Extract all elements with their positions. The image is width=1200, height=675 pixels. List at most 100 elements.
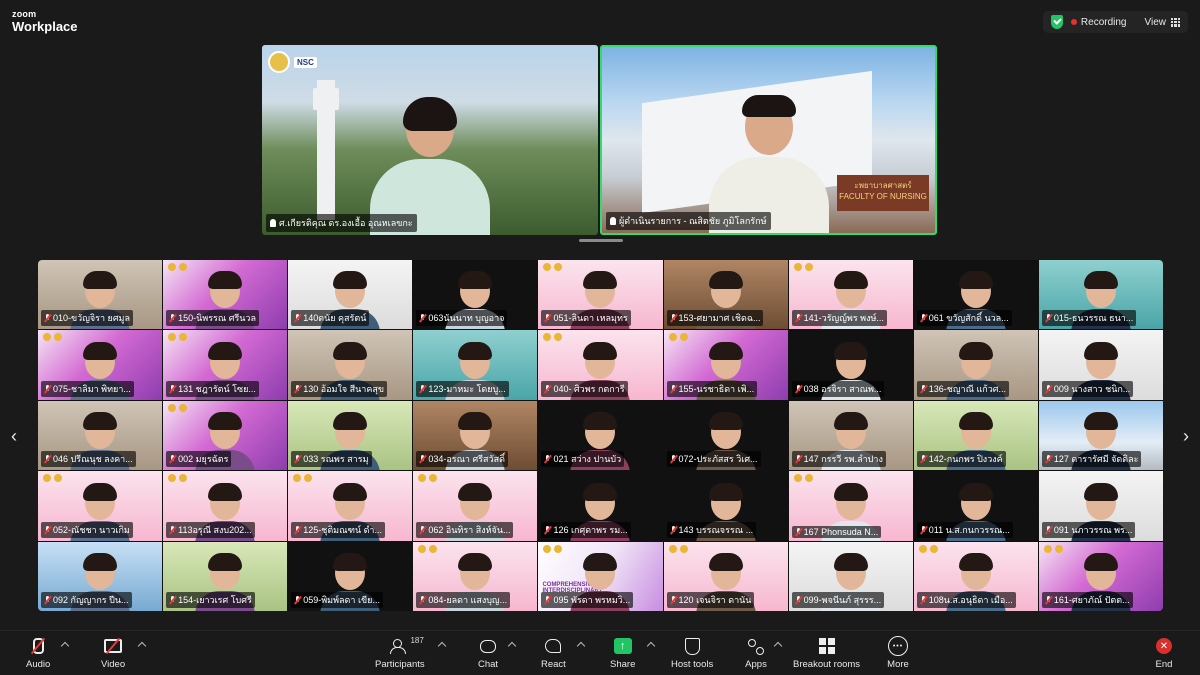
end-meeting-button[interactable]: End	[1152, 636, 1176, 670]
participant-name-tag: 062 อินทิรา สิงห์จัน...	[416, 521, 514, 538]
apps-button[interactable]: Apps	[744, 636, 768, 670]
microphone-muted-icon	[169, 384, 176, 393]
participant-tile[interactable]: 153-ศยามาศ เชิดฉ...	[663, 260, 788, 330]
participants-button[interactable]: 187 Participants	[375, 636, 425, 670]
participant-tile[interactable]: 021 สว่าง ปานบัว	[538, 400, 663, 471]
participants-options-chevron-icon[interactable]	[437, 641, 447, 651]
share-options-chevron-icon[interactable]	[646, 641, 656, 651]
participant-tile[interactable]: 040- ศิวพร กตการี	[538, 330, 663, 400]
participant-name: 123-มาหมะ โดยบู...	[428, 383, 506, 394]
participant-tile[interactable]: 155-นรชาธิดา เพิ...	[663, 330, 788, 400]
participant-tile[interactable]: 130 อ้อมใจ สีนาคสุข	[288, 330, 413, 400]
more-label: More	[887, 659, 909, 670]
participant-tile[interactable]: 010-ขวัญจิรา ยศมูล	[38, 260, 163, 330]
speaker-tile-2-active[interactable]: ะพยาบาลศาสตร์ FACULTY OF NURSING ผู้ดำเน…	[600, 45, 937, 235]
participant-name-tag: 130 อ้อมใจ สีนาคสุข	[291, 380, 388, 397]
participant-tile[interactable]: 154-เยาวเรศ โบศรี	[163, 541, 288, 611]
microphone-muted-icon	[1045, 455, 1052, 463]
microphone-muted-icon	[1045, 384, 1052, 393]
participant-tile[interactable]: 108น.ส.อนุธิดา เมือ...	[913, 541, 1038, 611]
participant-tile[interactable]: 084-ยลดา แสงบุญ...	[413, 541, 538, 611]
participant-tile[interactable]: 167 Phonsuda N...	[788, 471, 913, 541]
participant-tile[interactable]: 072-ประภัสสร วิเศ...	[663, 400, 788, 471]
presentation-logos	[793, 474, 813, 483]
participant-tile[interactable]: 150-นิพรรณ ศรีนวล	[163, 260, 288, 330]
participant-tile[interactable]: 061 ขวัญสักดิ์ นวล...	[913, 260, 1038, 330]
participant-tile[interactable]: 063นันนาท บุญอาจ	[413, 260, 538, 330]
presentation-logos	[543, 263, 563, 271]
breakout-rooms-button[interactable]: Breakout rooms	[793, 636, 860, 670]
participant-tile[interactable]: 131 ชฎารัตน์ โซย...	[163, 330, 288, 400]
chat-options-chevron-icon[interactable]	[507, 641, 517, 651]
participant-tile[interactable]: 034-อรณา ศรีสวัสดิ์	[413, 400, 538, 471]
participant-tile[interactable]: 143 บรรณจรรณ ...	[663, 471, 788, 541]
microphone-muted-icon	[419, 525, 426, 534]
participant-tile[interactable]: 126 เกศุดาพร รม...	[538, 471, 663, 541]
participant-tile[interactable]: 002 มยุรฉัตร	[163, 400, 288, 471]
participant-tile[interactable]: 140ดนัย คุสรัตน์	[288, 260, 413, 330]
participant-tile[interactable]: 120 เจนจิรา ดานัน	[663, 541, 788, 611]
participant-tile[interactable]: 113อรุณี สงบ202...	[163, 471, 288, 541]
speaker-tile-1[interactable]: NSC ศ.เกียรติคุณ ดร.องเอื้อ อุณหเลขกะ	[262, 45, 598, 235]
recording-indicator[interactable]: Recording	[1070, 17, 1127, 28]
audio-button[interactable]: Audio	[26, 636, 50, 670]
participant-tile[interactable]: 033 รณพร สารมุ	[288, 400, 413, 471]
participant-tile[interactable]: 141-วรัญญ์พร พงษ์...	[788, 260, 913, 330]
brand-workplace: Workplace	[12, 19, 78, 34]
participant-name: 063นันนาท บุญอาจ	[428, 313, 505, 324]
participant-tile[interactable]: 015-ธนวรรณ ธนา...	[1038, 260, 1163, 330]
participant-tile[interactable]: 038 อรจิรา สาณพ...	[788, 330, 913, 400]
participant-name: 095 พัรดา พรหมวิ...	[553, 595, 631, 605]
participant-name: 120 เจนจิรา ดานัน	[678, 595, 752, 605]
microphone-muted-icon	[920, 596, 927, 604]
participant-tile[interactable]: 009 นางสาว ชนิก...	[1038, 330, 1163, 400]
audio-options-chevron-icon[interactable]	[60, 641, 70, 651]
participant-name-tag: 038 อรจิรา สาณพ...	[791, 380, 885, 397]
participant-tile[interactable]: 092 กัญญากร ปีน...	[38, 541, 163, 611]
microphone-muted-icon	[920, 455, 927, 463]
react-button[interactable]: React	[541, 636, 566, 670]
participant-tile[interactable]: 147 กรรวี รพ.ลำปาง	[788, 400, 913, 471]
microphone-muted-icon	[670, 314, 677, 322]
video-options-chevron-icon[interactable]	[137, 641, 147, 651]
participant-tile[interactable]: 046 ปรีณนุช ลงคา...	[38, 400, 163, 471]
next-page-arrow-icon[interactable]: ›	[1178, 424, 1194, 448]
recording-dot-icon	[1070, 19, 1077, 25]
participant-tile[interactable]: 091 นภาวรรณ พร...	[1038, 471, 1163, 541]
participant-tile[interactable]: 099-พจนีนภ์ สุรรร...	[788, 541, 913, 611]
presentation-logos	[168, 333, 188, 342]
presentation-logos	[543, 333, 563, 342]
participant-tile[interactable]: 052-ณัชชา นาวเกิม	[38, 471, 163, 541]
participant-tile[interactable]: 051-ลินดา เหลมุทร	[538, 260, 663, 330]
participant-tile[interactable]: 125-ชุติมณฑน์ ดำ...	[288, 471, 413, 541]
participant-tile[interactable]: 062 อินทิรา สิงห์จัน...	[413, 471, 538, 541]
share-button[interactable]: Share	[610, 636, 635, 670]
encryption-shield-icon[interactable]	[1050, 15, 1063, 29]
chat-button[interactable]: Chat	[476, 636, 500, 670]
participant-tile[interactable]: 136-ชญาณี แก้วศ...	[913, 330, 1038, 400]
participant-tile[interactable]: 142-กนกพร ปิงวงค์	[913, 400, 1038, 471]
previous-page-arrow-icon[interactable]: ‹	[6, 424, 22, 448]
host-tools-button[interactable]: Host tools	[671, 636, 713, 670]
participant-name: 140ดนัย คุสรัตน์	[303, 313, 367, 324]
apps-label: Apps	[745, 659, 767, 670]
participant-tile[interactable]: COMPREHENSIVEINTERDISCIPLINARY095 พัรดา …	[538, 541, 663, 611]
participant-tile[interactable]: 059-พิมพ์ลดา เขีย...	[288, 541, 413, 611]
participant-tile[interactable]: 075-ชาลิมา พิทยา...	[38, 330, 163, 400]
view-button[interactable]: View	[1145, 17, 1181, 28]
react-options-chevron-icon[interactable]	[576, 641, 586, 651]
more-button[interactable]: More	[886, 636, 910, 670]
participant-tile[interactable]: 123-มาหมะ โดยบู...	[413, 330, 538, 400]
view-label: View	[1144, 16, 1167, 28]
participant-name-tag: 150-นิพรรณ ศรีนวล	[166, 310, 259, 327]
microphone-muted-icon	[44, 384, 51, 393]
apps-options-chevron-icon[interactable]	[773, 641, 783, 651]
participant-tile[interactable]: 011 น.ส.กนกวรรณ...	[913, 471, 1038, 541]
brand-zoom: zoom	[12, 9, 37, 19]
breakout-rooms-icon	[815, 636, 839, 656]
participant-tile[interactable]: 127 ดารารัศมี จัดดิละ	[1038, 400, 1163, 471]
microphone-muted-icon	[544, 596, 551, 604]
resize-handle[interactable]	[579, 239, 623, 242]
video-button[interactable]: Video	[101, 636, 125, 670]
participant-tile[interactable]: 161-ศยาภัณ์ ปัตต...	[1038, 541, 1163, 611]
